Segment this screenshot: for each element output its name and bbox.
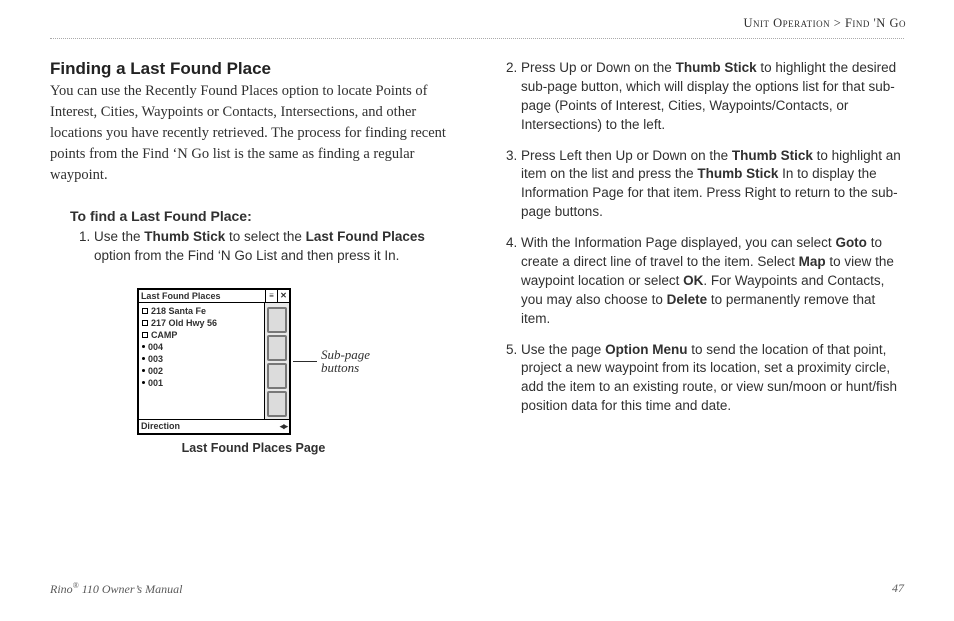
step-4-text-a: With the Information Page displayed, you… <box>521 235 835 250</box>
figure-callout: Sub-page buttons <box>293 348 370 375</box>
figure: Last Found Places ≡ ✕ 218 Santa Fe 217 O… <box>50 286 457 455</box>
list-item: 001 <box>142 377 261 389</box>
steps-list-left: Use the Thumb Stick to select the Last F… <box>70 228 457 266</box>
list-item: 002 <box>142 365 261 377</box>
step-1-bold-thumbstick: Thumb Stick <box>144 229 225 244</box>
subpage-buttons <box>265 303 289 419</box>
step-5-text-a: Use the page <box>521 342 605 357</box>
header-rule <box>50 38 904 39</box>
step-4-bold-goto: Goto <box>835 235 867 250</box>
page-footer: Rino® 110 Owner’s Manual 47 <box>50 581 904 597</box>
footer-product: Rino® 110 Owner’s Manual <box>50 581 182 597</box>
callout-line <box>293 361 317 362</box>
breadcrumb-section: Unit Operation <box>743 16 830 30</box>
arrows-icon: ◂▸ <box>280 421 287 432</box>
step-3: Press Left then Up or Down on the Thumb … <box>521 147 904 223</box>
list-item: 217 Old Hwy 56 <box>142 317 261 329</box>
step-2-text-a: Press Up or Down on the <box>521 60 676 75</box>
subpage-button <box>267 307 287 333</box>
step-1: Use the Thumb Stick to select the Last F… <box>94 228 457 266</box>
step-1-bold-lastfound: Last Found Places <box>306 229 425 244</box>
section-heading: Finding a Last Found Place <box>50 59 457 79</box>
list-item: CAMP <box>142 329 261 341</box>
screenshot-title: Last Found Places <box>139 290 265 302</box>
list-item: 003 <box>142 353 261 365</box>
step-5: Use the page Option Menu to send the loc… <box>521 341 904 417</box>
screenshot-bottom-label: Direction <box>141 421 180 431</box>
list-item: 218 Santa Fe <box>142 305 261 317</box>
list-item: 004 <box>142 341 261 353</box>
right-column: Press Up or Down on the Thumb Stick to h… <box>497 59 904 455</box>
step-2-bold-thumbstick: Thumb Stick <box>676 60 757 75</box>
subpage-button <box>267 391 287 417</box>
footer-page-number: 47 <box>892 581 904 597</box>
breadcrumb-sep: > <box>830 16 845 30</box>
step-3-bold-thumbstick1: Thumb Stick <box>732 148 813 163</box>
callout-text-2: buttons <box>321 360 359 375</box>
step-5-bold-optionmenu: Option Menu <box>605 342 687 357</box>
subpage-button <box>267 335 287 361</box>
steps-list-right: Press Up or Down on the Thumb Stick to h… <box>497 59 904 416</box>
step-1-text-e: option from the Find ‘N Go List and then… <box>94 248 399 263</box>
left-column: Finding a Last Found Place You can use t… <box>50 59 457 455</box>
procedure-heading: To find a Last Found Place: <box>70 208 457 224</box>
footer-product-tail: 110 Owner’s Manual <box>79 582 183 596</box>
footer-product-name: Rino <box>50 582 73 596</box>
screenshot-list: 218 Santa Fe 217 Old Hwy 56 CAMP 004 003… <box>139 303 265 419</box>
step-4-bold-delete: Delete <box>667 292 708 307</box>
step-4: With the Information Page displayed, you… <box>521 234 904 328</box>
step-3-text-a: Press Left then Up or Down on the <box>521 148 732 163</box>
step-3-bold-thumbstick2: Thumb Stick <box>697 166 778 181</box>
intro-paragraph: You can use the Recently Found Places op… <box>50 81 457 186</box>
step-1-text-a: Use the <box>94 229 144 244</box>
subpage-button <box>267 363 287 389</box>
screenshot-last-found-places: Last Found Places ≡ ✕ 218 Santa Fe 217 O… <box>137 288 291 435</box>
step-4-bold-ok: OK <box>683 273 703 288</box>
close-icon: ✕ <box>277 290 289 302</box>
step-4-bold-map: Map <box>799 254 826 269</box>
step-1-text-c: to select the <box>225 229 305 244</box>
breadcrumb: Unit Operation > Find 'N Go <box>743 16 906 31</box>
step-2: Press Up or Down on the Thumb Stick to h… <box>521 59 904 135</box>
figure-caption: Last Found Places Page <box>50 441 457 455</box>
menu-icon: ≡ <box>265 290 277 302</box>
breadcrumb-page: Find 'N Go <box>845 16 906 30</box>
